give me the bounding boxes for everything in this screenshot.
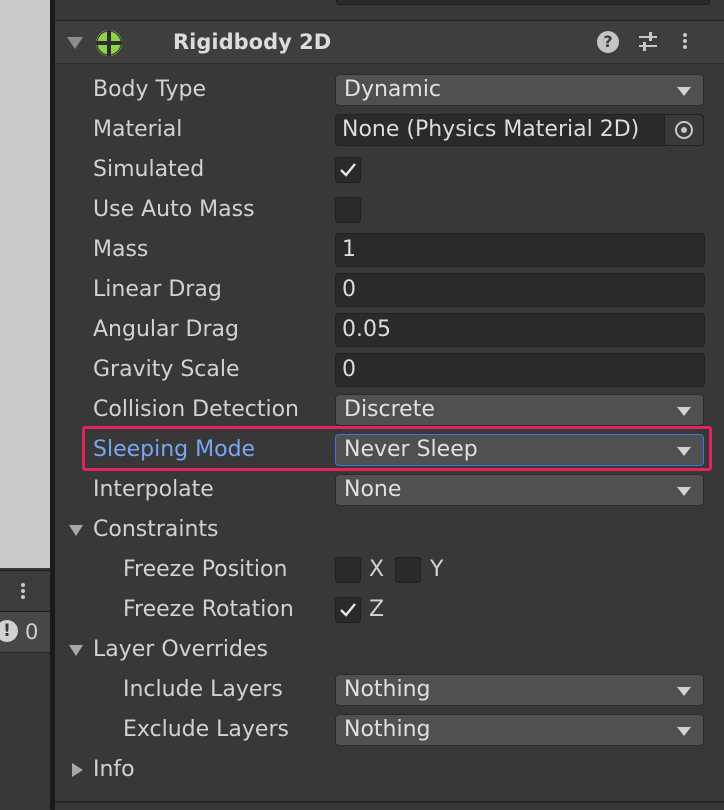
- layer-overrides-foldout-icon[interactable]: [69, 645, 83, 656]
- include-layers-dropdown[interactable]: Nothing: [335, 674, 704, 706]
- interpolate-dropdown[interactable]: None: [335, 474, 704, 506]
- simulated-checkbox[interactable]: [335, 157, 361, 183]
- simulated-label: Simulated: [93, 157, 205, 182]
- linear-drag-input[interactable]: 0: [335, 273, 705, 307]
- warning-icon: !: [0, 620, 18, 642]
- more-icon[interactable]: [17, 581, 29, 601]
- gravity-scale-label: Gravity Scale: [93, 357, 240, 382]
- freeze-position-y-checkbox[interactable]: [395, 557, 421, 583]
- help-icon[interactable]: ?: [597, 31, 619, 53]
- freeze-position-x-checkbox[interactable]: [335, 557, 361, 583]
- use-auto-mass-label: Use Auto Mass: [93, 197, 255, 222]
- freeze-rotation-z-label: Z: [369, 597, 385, 622]
- freeze-position-y-label: Y: [430, 557, 444, 582]
- rigidbody2d-icon: [95, 29, 123, 57]
- component-header[interactable]: Rigidbody 2D ?: [55, 21, 724, 64]
- material-label: Material: [93, 117, 183, 142]
- more-icon[interactable]: [679, 31, 691, 53]
- foldout-expanded-icon[interactable]: [67, 37, 83, 49]
- dropdown-arrow-icon: [677, 487, 691, 496]
- console-warning-badge[interactable]: ! 0: [0, 612, 50, 653]
- warning-count: 0: [25, 620, 39, 644]
- dropdown-arrow-icon: [677, 687, 691, 696]
- material-object-field[interactable]: None (Physics Material 2D): [335, 114, 704, 146]
- constraints-foldout-icon[interactable]: [69, 525, 83, 536]
- object-picker-icon[interactable]: [664, 115, 703, 145]
- component-title: Rigidbody 2D: [173, 30, 332, 54]
- component-divider: [55, 801, 724, 803]
- inspector-panel: Rigidbody 2D ? Body Type Dynamic Materia…: [55, 0, 724, 810]
- collision-detection-label: Collision Detection: [93, 397, 300, 422]
- gravity-scale-input[interactable]: 0: [335, 353, 705, 387]
- checkmark-icon: [340, 163, 356, 177]
- dropdown-arrow-icon: [677, 407, 691, 416]
- mass-input[interactable]: 1: [335, 233, 705, 267]
- interpolate-label: Interpolate: [93, 477, 214, 502]
- body-type-dropdown[interactable]: Dynamic: [335, 74, 704, 106]
- exclude-layers-dropdown[interactable]: Nothing: [335, 714, 704, 746]
- info-label[interactable]: Info: [93, 757, 135, 782]
- info-foldout-icon[interactable]: [72, 763, 83, 777]
- angular-drag-input[interactable]: 0.05: [335, 313, 705, 347]
- freeze-rotation-label: Freeze Rotation: [123, 597, 294, 622]
- dropdown-arrow-icon: [677, 87, 691, 96]
- exclude-layers-label: Exclude Layers: [123, 717, 289, 742]
- collision-detection-dropdown[interactable]: Discrete: [335, 394, 704, 426]
- angular-drag-label: Angular Drag: [93, 317, 239, 342]
- body-type-label: Body Type: [93, 77, 207, 102]
- dropdown-arrow-icon: [677, 447, 691, 456]
- include-layers-label: Include Layers: [123, 677, 283, 702]
- use-auto-mass-checkbox[interactable]: [335, 197, 361, 223]
- freeze-position-x-label: X: [369, 557, 385, 582]
- freeze-position-label: Freeze Position: [123, 557, 288, 582]
- previous-component-edge: [55, 0, 724, 21]
- linear-drag-label: Linear Drag: [93, 277, 222, 302]
- freeze-rotation-z-checkbox[interactable]: [335, 597, 361, 623]
- layer-overrides-label[interactable]: Layer Overrides: [93, 637, 268, 662]
- console-header: [0, 570, 50, 612]
- presets-icon[interactable]: [637, 31, 659, 53]
- scene-view-edge: [0, 0, 50, 568]
- dropdown-arrow-icon: [677, 727, 691, 736]
- constraints-label[interactable]: Constraints: [93, 517, 219, 542]
- mass-label: Mass: [93, 237, 149, 262]
- sleeping-mode-label: Sleeping Mode: [93, 437, 256, 462]
- sleeping-mode-dropdown[interactable]: Never Sleep: [335, 434, 704, 466]
- checkmark-icon: [340, 603, 356, 617]
